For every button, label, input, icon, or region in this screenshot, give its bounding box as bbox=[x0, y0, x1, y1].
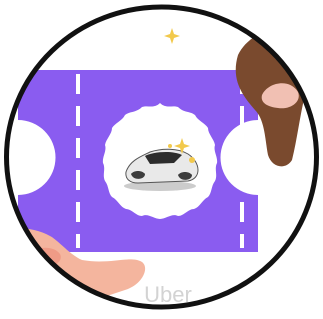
uber-app-icon[interactable]: Uber bbox=[0, 0, 323, 314]
icon-art: Uber bbox=[4, 4, 319, 310]
